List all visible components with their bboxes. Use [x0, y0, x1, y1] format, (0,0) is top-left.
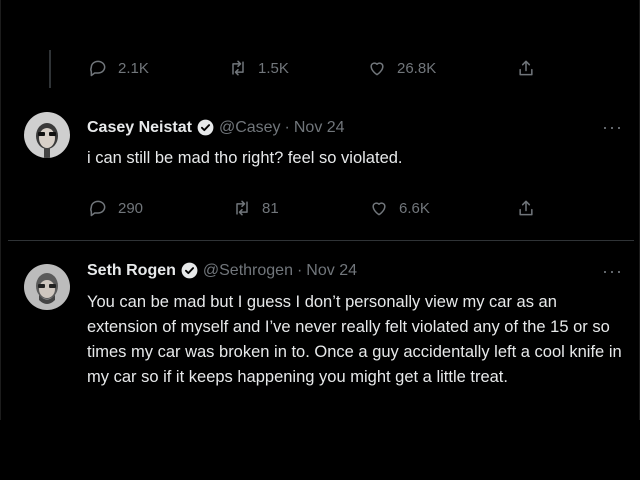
user-handle[interactable]: @Casey [219, 119, 281, 137]
like-count: 26.8K [397, 59, 437, 77]
share-icon [519, 60, 533, 76]
retweet-icon [232, 60, 244, 76]
retweet-count: 81 [262, 199, 279, 217]
retweet-icon [236, 200, 248, 216]
tweet-action-bar: 290 81 6.6K [0, 196, 640, 220]
retweet-button[interactable]: 1.5K [228, 56, 289, 80]
share-icon [519, 200, 533, 216]
reply-icon [90, 60, 106, 77]
reply-button[interactable]: 2.1K [88, 56, 149, 80]
user-handle[interactable]: @Sethrogen [203, 262, 293, 280]
avatar-casey[interactable] [24, 112, 70, 158]
top-tweet-action-bar: 2.1K 1.5K 26.8K [0, 56, 640, 80]
tweet-header: Seth Rogen @Sethrogen · Nov 24 [87, 261, 357, 280]
tweet-text: You can be mad but I guess I don’t perso… [87, 293, 622, 386]
tweet-date[interactable]: Nov 24 [306, 262, 357, 280]
separator-dot: · [296, 261, 303, 279]
share-button[interactable] [516, 56, 536, 80]
reply-count: 290 [118, 199, 144, 217]
tweet-date[interactable]: Nov 24 [294, 119, 345, 137]
verified-badge-icon [196, 118, 215, 137]
reply-count: 2.1K [118, 59, 149, 77]
more-options-icon[interactable]: ··· [602, 262, 623, 280]
tweet-divider [8, 240, 634, 241]
tweet-header: Casey Neistat @Casey · Nov 24 [87, 118, 345, 137]
heart-icon [372, 202, 386, 216]
reply-icon [90, 200, 106, 217]
avatar-seth[interactable] [24, 264, 70, 310]
display-name[interactable]: Casey Neistat [87, 119, 192, 137]
verified-badge-icon [180, 261, 199, 280]
like-button[interactable]: 26.8K [367, 56, 436, 80]
like-button[interactable]: 6.6K [369, 196, 430, 220]
reply-button[interactable]: 290 [88, 196, 143, 220]
like-count: 6.6K [399, 199, 430, 217]
heart-icon [370, 62, 384, 76]
display-name[interactable]: Seth Rogen [87, 262, 176, 280]
share-button[interactable] [516, 196, 536, 220]
retweet-button[interactable]: 81 [232, 196, 279, 220]
separator-dot: · [284, 118, 290, 136]
tweet-text: i can still be mad tho right? feel so vi… [87, 149, 403, 167]
more-options-icon[interactable]: ··· [602, 118, 623, 136]
retweet-count: 1.5K [258, 59, 289, 77]
